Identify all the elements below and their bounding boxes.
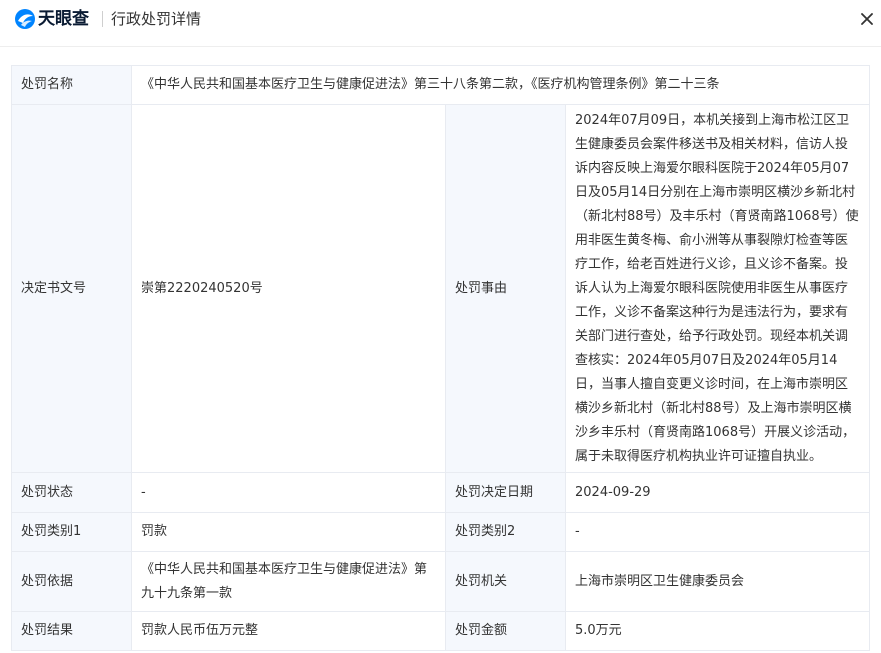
penalty-reason-value: 2024年07月09日，本机关接到上海市松江区卫生健康委员会案件移送书及相关材料…: [565, 104, 870, 473]
penalty-result-label: 处罚结果: [11, 611, 132, 651]
table-row: 处罚结果 罚款人民币伍万元整 处罚金额 5.0万元: [11, 611, 870, 651]
close-icon: [861, 13, 873, 25]
tianyancha-logo-icon: [15, 9, 35, 29]
tianyancha-logo[interactable]: 天眼查: [14, 8, 89, 30]
decision-date-label: 处罚决定日期: [445, 472, 566, 513]
penalty-authority-label: 处罚机关: [445, 551, 566, 612]
penalty-name-label: 处罚名称: [11, 65, 132, 105]
table-row: 处罚状态 - 处罚决定日期 2024-09-29: [11, 472, 870, 513]
penalty-amount-label: 处罚金额: [445, 611, 566, 651]
penalty-category-1-label: 处罚类别1: [11, 512, 132, 552]
penalty-detail-table: 处罚名称 《中华人民共和国基本医疗卫生与健康促进法》第三十八条第二款，《医疗机构…: [11, 65, 870, 651]
penalty-name-value: 《中华人民共和国基本医疗卫生与健康促进法》第三十八条第二款，《医疗机构管理条例》…: [131, 65, 870, 105]
penalty-status-value: -: [131, 472, 446, 513]
penalty-reason-label: 处罚事由: [445, 104, 566, 473]
penalty-category-1-value: 罚款: [131, 512, 446, 552]
penalty-amount-value: 5.0万元: [565, 611, 870, 651]
penalty-basis-value: 《中华人民共和国基本医疗卫生与健康促进法》第九十九条第一款: [131, 551, 446, 612]
penalty-status-label: 处罚状态: [11, 472, 132, 513]
decision-date-value: 2024-09-29: [565, 472, 870, 513]
table-row: 处罚依据 《中华人民共和国基本医疗卫生与健康促进法》第九十九条第一款 处罚机关 …: [11, 551, 870, 612]
penalty-category-2-label: 处罚类别2: [445, 512, 566, 552]
close-button[interactable]: [857, 9, 877, 29]
penalty-result-value: 罚款人民币伍万元整: [131, 611, 446, 651]
table-row: 处罚名称 《中华人民共和国基本医疗卫生与健康促进法》第三十八条第二款，《医疗机构…: [11, 65, 870, 105]
decision-doc-no-label: 决定书文号: [11, 104, 132, 473]
table-row: 决定书文号 崇第2220240520号 处罚事由 2024年07月09日，本机关…: [11, 104, 870, 473]
decision-doc-no-value: 崇第2220240520号: [131, 104, 446, 473]
table-row: 处罚类别1 罚款 处罚类别2 -: [11, 512, 870, 552]
logo-text: 天眼查: [38, 9, 89, 29]
penalty-authority-value: 上海市崇明区卫生健康委员会: [565, 551, 870, 612]
dialog-header: 天眼查 行政处罚详情: [0, 0, 881, 47]
dialog-title: 行政处罚详情: [111, 10, 202, 28]
penalty-basis-label: 处罚依据: [11, 551, 132, 612]
header-divider: [102, 11, 103, 27]
penalty-category-2-value: -: [565, 512, 870, 552]
